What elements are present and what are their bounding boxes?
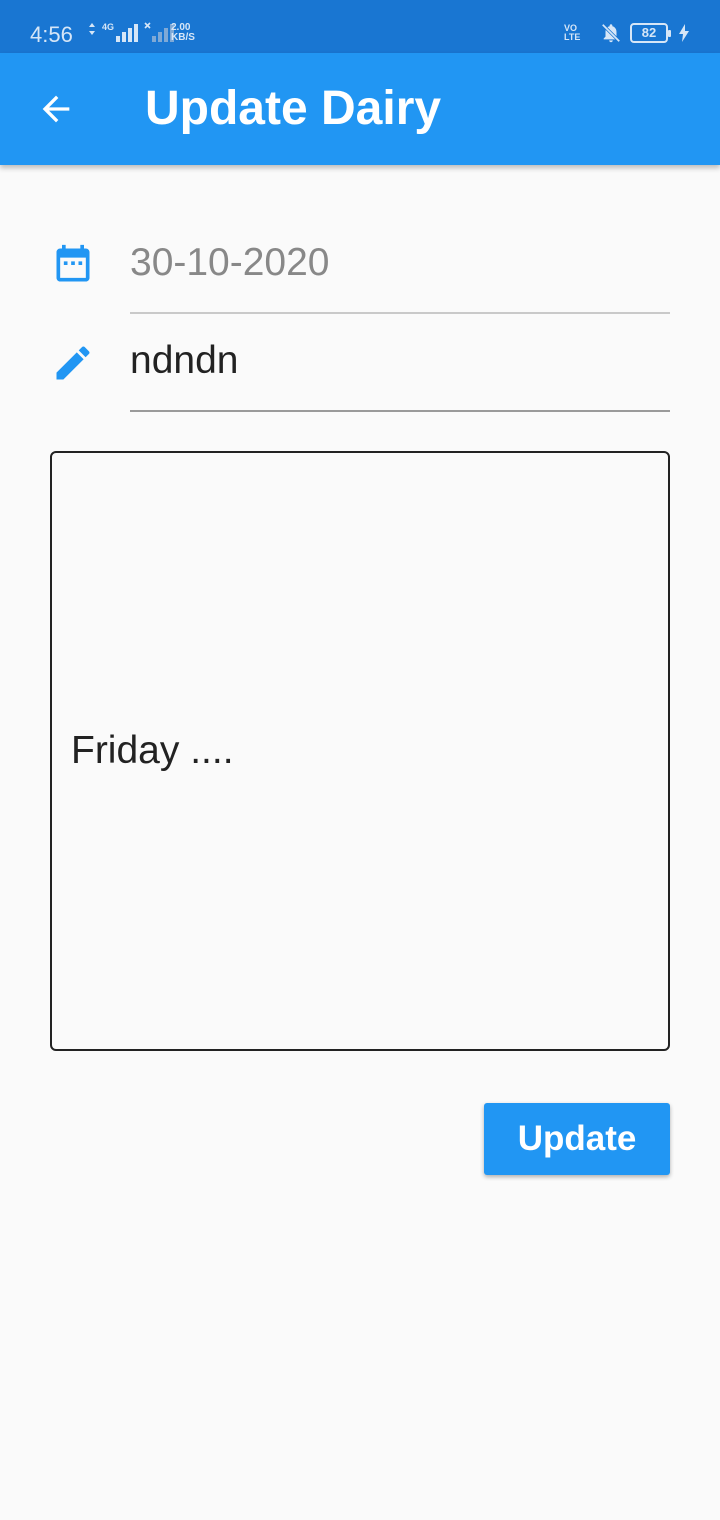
- app-bar: Update Dairy: [0, 53, 720, 165]
- notifications-off-icon: [601, 23, 621, 43]
- arrow-back-icon: [42, 95, 70, 123]
- volte-line2: LTE: [564, 32, 581, 42]
- network-type-label: 4G: [102, 22, 115, 32]
- data-arrows-icon: [89, 23, 95, 35]
- diary-body-text: Friday ....: [71, 729, 234, 772]
- charging-icon: [679, 24, 689, 42]
- status-right-icons: VO LTE 82: [564, 22, 690, 44]
- battery-icon: 82: [630, 23, 671, 43]
- page-title: Update Dairy: [145, 82, 442, 135]
- volte-indicator: VO LTE: [564, 24, 592, 42]
- calendar-icon: [50, 242, 96, 288]
- signal-icon: [116, 24, 139, 42]
- signal-no-service-icon: [144, 22, 175, 42]
- pencil-icon: [50, 340, 96, 386]
- status-left-icons: 4G: [88, 22, 175, 42]
- status-bar: 4:56 4G 2.00 KB/S VO LTE 82: [0, 0, 720, 53]
- date-underline: [130, 312, 670, 314]
- status-time: 4:56: [30, 22, 73, 47]
- update-button[interactable]: Update: [484, 1103, 670, 1175]
- title-input[interactable]: [130, 338, 670, 384]
- data-rate: 2.00 KB/S: [171, 23, 195, 43]
- back-button[interactable]: [26, 79, 86, 139]
- date-input[interactable]: [130, 240, 670, 286]
- diary-body-textarea[interactable]: Friday ....: [50, 451, 670, 1051]
- title-underline: [130, 410, 670, 412]
- data-rate-unit: KB/S: [171, 32, 195, 43]
